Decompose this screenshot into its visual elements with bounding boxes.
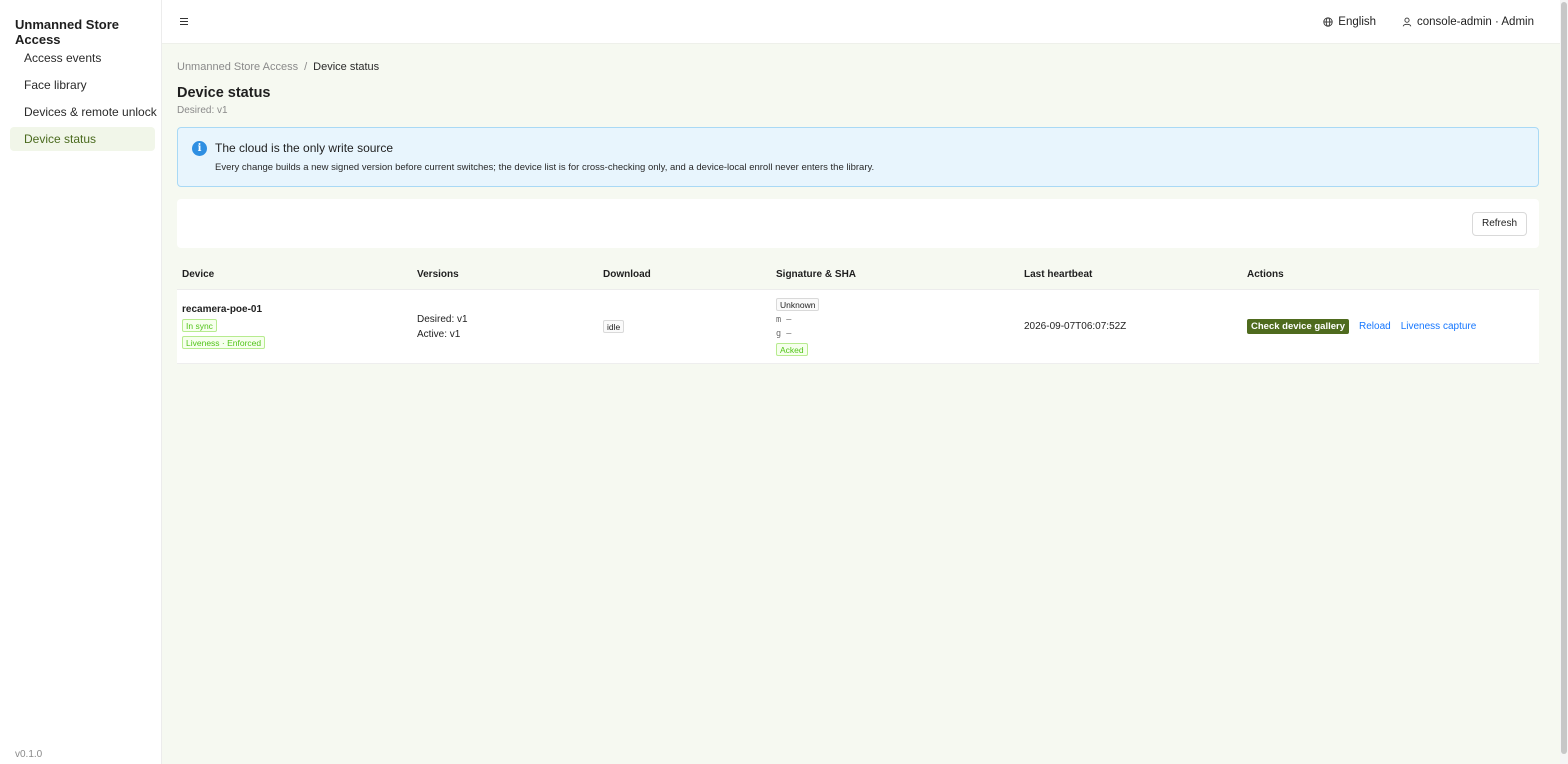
sidebar-item-face-library[interactable]: Face library bbox=[10, 73, 155, 97]
user-menu[interactable]: console-admin · Admin bbox=[1402, 16, 1534, 28]
refresh-button[interactable]: Refresh bbox=[1471, 211, 1527, 236]
heartbeat-cell: 2026-09-07T06:07:52Z bbox=[1024, 321, 1127, 332]
sha-g: g — bbox=[776, 328, 792, 339]
page-title: Device status bbox=[177, 85, 271, 101]
sidebar-item-device-status[interactable]: Device status bbox=[10, 127, 155, 151]
download-status-badge: idle bbox=[603, 320, 625, 333]
sha-m: m — bbox=[776, 314, 792, 325]
sidebar-nav: Access events Face library Devices & rem… bbox=[0, 46, 161, 151]
desired-version: Desired: v1 bbox=[417, 313, 468, 325]
top-bar: English console-admin · Admin bbox=[162, 0, 1568, 44]
column-header-versions: Versions bbox=[417, 269, 459, 280]
language-label: English bbox=[1338, 15, 1377, 28]
main-area: English console-admin · Admin Unmanned S… bbox=[162, 0, 1568, 764]
table-header: Device Versions Download Signature & SHA… bbox=[177, 260, 1539, 290]
device-name: recamera-poe-01 bbox=[182, 304, 263, 315]
app-version: v0.1.0 bbox=[15, 749, 43, 760]
liveness-capture-link[interactable]: Liveness capture bbox=[1401, 321, 1477, 332]
sidebar-item-devices-remote-unlock[interactable]: Devices & remote unlock bbox=[10, 100, 157, 124]
column-header-heartbeat: Last heartbeat bbox=[1024, 269, 1093, 280]
top-bar-right: English console-admin · Admin bbox=[1323, 16, 1534, 28]
user-label: console-admin · Admin bbox=[1417, 15, 1534, 28]
breadcrumb: Unmanned Store Access / Device status bbox=[177, 60, 1539, 74]
reload-link[interactable]: Reload bbox=[1359, 321, 1391, 332]
column-header-actions: Actions bbox=[1247, 269, 1284, 280]
device-table: Device Versions Download Signature & SHA… bbox=[177, 260, 1539, 364]
table-row: recamera-poe-01 In sync Liveness · Enfor… bbox=[177, 290, 1539, 364]
breadcrumb-root[interactable]: Unmanned Store Access bbox=[177, 61, 298, 73]
info-circle-icon: i bbox=[192, 141, 207, 156]
active-version: Active: v1 bbox=[417, 328, 461, 340]
ack-badge: Acked bbox=[776, 342, 808, 356]
signature-cell: Unknown m — g — Acked bbox=[771, 297, 1019, 356]
page-subtitle: Desired: v1 bbox=[177, 105, 228, 116]
download-cell: idle bbox=[598, 320, 771, 333]
sidebar-item-access-events[interactable]: Access events bbox=[10, 46, 155, 70]
signature-badge: Unknown bbox=[776, 297, 820, 311]
column-header-signature: Signature & SHA bbox=[776, 269, 857, 280]
column-header-device: Device bbox=[182, 269, 215, 280]
info-alert: i The cloud is the only write source Eve… bbox=[177, 127, 1539, 187]
sync-status-badge: In sync bbox=[182, 319, 217, 332]
toolbar: Refresh bbox=[177, 199, 1539, 248]
globe-icon bbox=[1323, 16, 1333, 27]
check-device-gallery-button[interactable]: Check device gallery bbox=[1247, 319, 1349, 334]
hamburger-icon[interactable] bbox=[180, 18, 188, 25]
breadcrumb-current: Device status bbox=[313, 61, 380, 73]
actions-cell: Check device gallery Reload Liveness cap… bbox=[1242, 319, 1539, 334]
language-switch[interactable]: English bbox=[1323, 16, 1376, 28]
app-brand: Unmanned Store Access bbox=[15, 17, 120, 47]
sidebar: Unmanned Store Access Access events Face… bbox=[0, 0, 162, 764]
app-root: Unmanned Store Access Access events Face… bbox=[0, 0, 1568, 764]
alert-title: The cloud is the only write source bbox=[215, 141, 394, 155]
liveness-badge: Liveness · Enforced bbox=[182, 336, 266, 349]
versions-cell: Desired: v1 Active: v1 bbox=[412, 312, 598, 342]
device-cell: recamera-poe-01 In sync Liveness · Enfor… bbox=[177, 304, 412, 349]
page-scrollbar[interactable] bbox=[1560, 0, 1568, 764]
alert-description: Every change builds a new signed version… bbox=[215, 162, 875, 173]
user-icon bbox=[1402, 17, 1412, 26]
scrollbar-thumb[interactable] bbox=[1561, 2, 1567, 754]
page-content: Unmanned Store Access / Device status De… bbox=[162, 44, 1568, 764]
breadcrumb-separator: / bbox=[304, 61, 308, 73]
column-header-download: Download bbox=[603, 269, 651, 280]
